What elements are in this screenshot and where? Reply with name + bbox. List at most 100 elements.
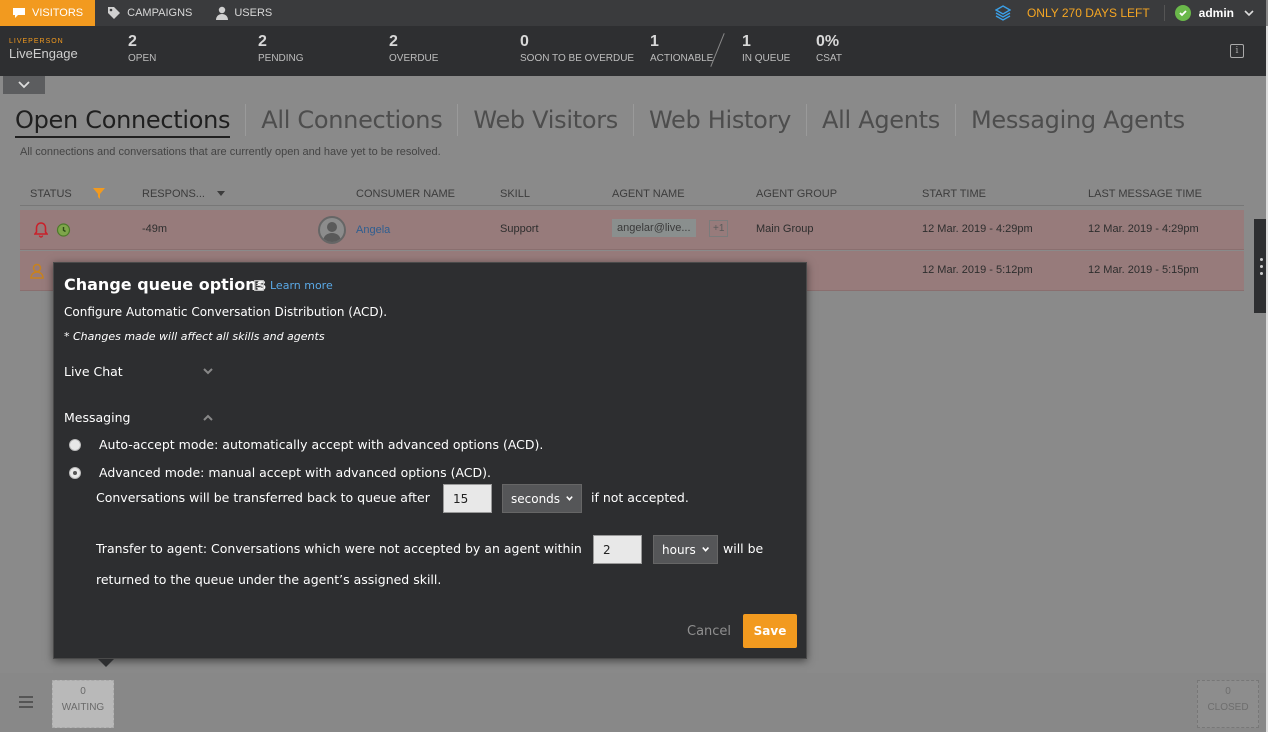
consumer-name-link[interactable]: Angela [356, 224, 390, 236]
sort-down-icon[interactable] [217, 191, 225, 197]
metric-value: 0 [520, 33, 529, 50]
col-response[interactable]: RESPONS... [142, 188, 205, 200]
tab-label: Web Visitors [473, 106, 618, 134]
nav-visitors-label: VISITORS [32, 7, 84, 19]
liveengage-logo: LIVEPERSON LiveEngage [9, 38, 78, 61]
tab-all-agents[interactable]: All Agents [807, 104, 956, 136]
col-consumer[interactable]: CONSUMER NAME [356, 188, 455, 200]
agent-transfer-text: Transfer to agent: Conversations which w… [96, 541, 582, 556]
online-status-icon [1174, 5, 1191, 21]
section-messaging[interactable]: Messaging [64, 410, 130, 425]
agent-suffix-text: will be [723, 541, 764, 556]
top-nav: VISITORS CAMPAIGNS USERS ONLY 270 DAYS L… [0, 0, 1266, 26]
agent-transfer-text-line2: returned to the queue under the agent’s … [96, 572, 442, 587]
transfer-unit-select[interactable]: seconds [502, 484, 582, 513]
more-agents-badge[interactable]: +1 [709, 220, 729, 237]
metric-label: CSAT [816, 53, 842, 64]
agent-group: Main Group [756, 223, 814, 235]
auto-accept-radio[interactable] [69, 439, 81, 451]
closed-label: CLOSED [1207, 702, 1249, 713]
section-label: Messaging [64, 410, 131, 425]
start-time: 12 Mar. 2019 - 4:29pm [922, 223, 1033, 235]
timer-icon [56, 223, 71, 237]
auto-accept-label[interactable]: Auto-accept mode: automatically accept w… [99, 437, 543, 452]
metric-overdue[interactable]: 2 OVERDUE [389, 33, 438, 64]
agent-unit-select[interactable]: hours [653, 535, 718, 564]
learn-more-link[interactable]: Learn more [254, 279, 333, 292]
admin-menu[interactable]: admin [1174, 5, 1254, 21]
bell-alert-icon [34, 222, 48, 238]
filter-icon[interactable] [93, 188, 105, 199]
nav-campaigns-label: CAMPAIGNS [127, 7, 193, 19]
select-value: seconds [511, 491, 561, 506]
metric-value: 2 [258, 33, 267, 50]
chevron-down-icon [701, 546, 709, 552]
menu-icon[interactable] [18, 695, 34, 709]
transfer-suffix-text: if not accepted. [591, 490, 689, 505]
layers-icon[interactable] [994, 5, 1011, 21]
start-time: 12 Mar. 2019 - 5:12pm [922, 264, 1033, 276]
metric-open[interactable]: 2 OPEN [128, 33, 156, 64]
divider [1163, 5, 1165, 21]
nav-visitors[interactable]: VISITORS [0, 0, 96, 26]
select-value: hours [662, 542, 696, 557]
col-status[interactable]: STATUS [30, 188, 72, 200]
metric-csat[interactable]: 0% CSAT [816, 33, 842, 64]
response-time: -49m [142, 223, 168, 235]
collapse-metrics-button[interactable] [3, 76, 45, 94]
advanced-mode-radio[interactable] [69, 467, 81, 479]
tab-web-visitors[interactable]: Web Visitors [458, 104, 634, 136]
user-icon [216, 6, 229, 20]
change-queue-options-dialog: Change queue options Learn more Configur… [53, 262, 807, 659]
waiting-counter[interactable]: 0 WAITING [52, 680, 114, 728]
tag-icon [108, 7, 121, 19]
dialog-title: Change queue options [64, 275, 267, 294]
col-last-message[interactable]: LAST MESSAGE TIME [1088, 188, 1202, 200]
chevron-down-icon [18, 81, 30, 89]
col-skill[interactable]: SKILL [500, 188, 530, 200]
agent-hours-input[interactable] [593, 535, 642, 564]
metric-in-queue[interactable]: 1 IN QUEUE [742, 33, 790, 64]
cancel-button[interactable]: Cancel [687, 624, 731, 639]
last-message-time: 12 Mar. 2019 - 5:15pm [1088, 264, 1199, 276]
tab-label: Messaging Agents [970, 106, 1185, 134]
col-start-time[interactable]: START TIME [922, 188, 986, 200]
metric-actionable[interactable]: 1 ACTIONABLE [650, 33, 713, 64]
col-agent[interactable]: AGENT NAME [612, 188, 685, 200]
metric-value: 2 [128, 33, 137, 50]
advanced-mode-label[interactable]: Advanced mode: manual accept with advanc… [99, 465, 491, 480]
trial-days-left[interactable]: ONLY 270 DAYS LEFT [1027, 6, 1150, 20]
metric-value: 2 [389, 33, 398, 50]
dialog-note: * Changes made will affect all skills an… [64, 330, 325, 343]
nav-users[interactable]: USERS [204, 0, 284, 26]
metric-label: ACTIONABLE [650, 53, 714, 64]
chevron-down-icon[interactable] [203, 368, 213, 375]
save-button[interactable]: Save [743, 614, 797, 648]
info-icon[interactable]: i [1230, 44, 1244, 58]
tab-web-history[interactable]: Web History [634, 104, 808, 136]
table-row[interactable]: -49m Angela Support angelar@live... +1 M… [20, 210, 1244, 250]
chevron-down-icon [1244, 10, 1254, 17]
col-agent-group[interactable]: AGENT GROUP [756, 188, 837, 200]
tab-messaging-agents[interactable]: Messaging Agents [956, 104, 1200, 136]
tab-all-connections[interactable]: All Connections [246, 104, 459, 136]
page-subtitle: All connections and conversations that a… [20, 146, 441, 158]
metric-label: SOON TO BE OVERDUE [520, 53, 635, 64]
metric-pending[interactable]: 2 PENDING [258, 33, 304, 64]
nav-campaigns[interactable]: CAMPAIGNS [95, 0, 204, 26]
section-live-chat[interactable]: Live Chat [64, 364, 123, 379]
transfer-seconds-input[interactable] [443, 484, 492, 513]
metric-value: 0% [816, 33, 840, 50]
last-message-time: 12 Mar. 2019 - 4:29pm [1088, 223, 1199, 235]
agent-name-chip[interactable]: angelar@live... [612, 219, 696, 237]
metric-label: OPEN [128, 53, 157, 64]
user-waiting-icon [30, 263, 44, 279]
section-label: Live Chat [64, 364, 123, 379]
chevron-up-icon[interactable] [203, 414, 213, 421]
metric-soon-overdue[interactable]: 0 SOON TO BE OVERDUE [520, 33, 634, 64]
tab-open-connections[interactable]: Open Connections [15, 104, 247, 138]
closed-counter[interactable]: 0 CLOSED [1197, 680, 1259, 728]
waiting-count: 0 [80, 686, 86, 697]
bottom-bar: 0 WAITING 0 CLOSED [0, 673, 1266, 732]
metric-label: OVERDUE [389, 53, 439, 64]
